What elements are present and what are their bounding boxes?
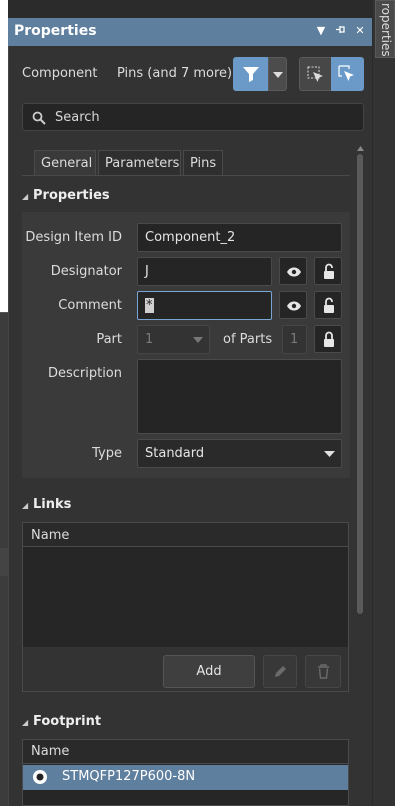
select-touching-icon (338, 65, 354, 81)
designator-field[interactable]: J (137, 257, 272, 286)
links-section-title[interactable]: Links (33, 497, 71, 512)
side-tab-label: roperties (379, 3, 393, 57)
comment-field-value: * (145, 298, 154, 313)
type-label: Type (92, 446, 122, 461)
links-grid-header (23, 523, 348, 547)
links-column-name[interactable]: Name (31, 528, 69, 543)
search-placeholder: Search (55, 110, 100, 125)
pin-icon[interactable] (334, 24, 346, 38)
side-dock (373, 0, 395, 806)
of-parts-value: 1 (282, 325, 307, 354)
eye-icon (287, 267, 301, 277)
footprint-name: STMQFP127P600-8N (62, 769, 196, 784)
designator-lock-button[interactable] (314, 257, 342, 285)
comment-label: Comment (58, 298, 122, 313)
component-kind-label: Component (22, 66, 98, 81)
filter-icon (243, 67, 259, 82)
tab-general[interactable]: General (34, 150, 96, 176)
lock-icon (324, 297, 334, 313)
of-parts-label: of Parts (223, 332, 273, 347)
edit-link-button[interactable] (263, 655, 297, 688)
vertical-scrollbar-thumb[interactable] (357, 154, 363, 614)
properties-side-tab[interactable]: roperties (375, 0, 395, 58)
comment-visibility-button[interactable] (279, 291, 307, 319)
radio-selected-icon[interactable] (32, 769, 48, 785)
select-inside-button[interactable] (299, 57, 332, 91)
properties-section-title[interactable]: Properties (33, 188, 110, 203)
close-icon[interactable]: ✕ (354, 24, 366, 37)
collapse-triangle-icon[interactable]: ◢ (22, 501, 28, 510)
part-label: Part (96, 332, 122, 347)
type-select[interactable]: Standard (137, 439, 342, 468)
footprint-column-name[interactable]: Name (31, 744, 69, 759)
add-link-button[interactable]: Add (163, 655, 255, 688)
select-inside-icon (307, 66, 323, 82)
scroll-up-icon[interactable] (357, 146, 364, 151)
panel-menu-icon[interactable]: ▼ (315, 24, 327, 37)
design-item-id-label: Design Item ID (25, 230, 122, 245)
delete-link-button[interactable] (305, 655, 341, 688)
filter-dropdown-button[interactable] (268, 57, 287, 91)
lock-icon (324, 331, 334, 347)
design-item-id-field[interactable]: Component_2 (137, 223, 342, 252)
select-touching-button[interactable] (331, 57, 364, 91)
panel-title: Properties (14, 23, 97, 39)
chevron-down-icon (273, 72, 283, 78)
part-lock-button[interactable] (314, 325, 342, 353)
lock-icon (324, 263, 334, 279)
tab-parameters[interactable]: Parameters (98, 150, 181, 176)
workspace-tab (0, 548, 8, 576)
tab-pins[interactable]: Pins (183, 150, 223, 176)
workspace-canvas (0, 0, 8, 312)
footprint-grid-header (23, 740, 348, 764)
footprint-section-title[interactable]: Footprint (33, 714, 101, 729)
designator-label: Designator (50, 264, 122, 279)
description-label: Description (47, 366, 122, 381)
trash-icon (318, 664, 329, 679)
filter-button[interactable] (233, 57, 269, 91)
filter-summary[interactable]: Pins (and 7 more) (117, 66, 232, 81)
chevron-down-icon (324, 451, 335, 457)
chevron-down-icon (193, 337, 203, 343)
description-field[interactable] (137, 359, 342, 434)
designator-visibility-button[interactable] (279, 257, 307, 285)
search-icon (32, 111, 46, 125)
links-grid-body (23, 547, 348, 647)
collapse-triangle-icon[interactable]: ◢ (22, 718, 28, 727)
collapse-triangle-icon[interactable]: ◢ (22, 192, 28, 201)
comment-field[interactable]: * (137, 291, 272, 320)
eye-icon (287, 301, 301, 311)
comment-lock-button[interactable] (314, 291, 342, 319)
tab-underline (22, 175, 350, 176)
pencil-icon (275, 666, 286, 677)
